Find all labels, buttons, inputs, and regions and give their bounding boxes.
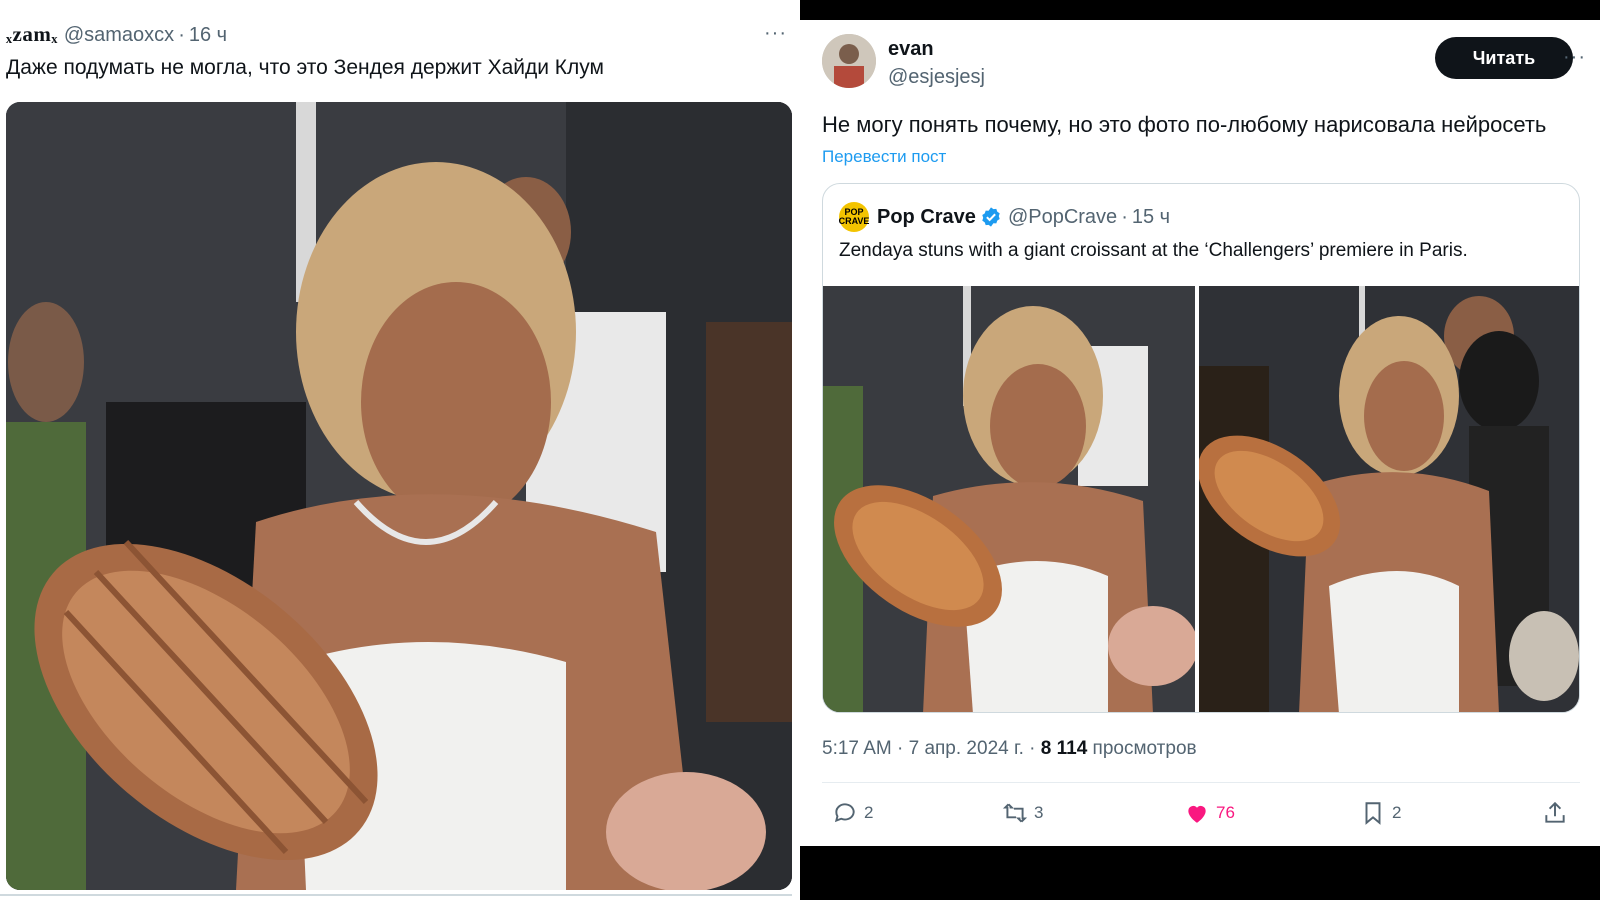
separator-dot: · xyxy=(1121,205,1128,228)
author-name[interactable]: evan xyxy=(888,38,934,61)
more-icon[interactable]: ··· xyxy=(1563,46,1586,69)
repost-count: 3 xyxy=(1034,803,1044,822)
divider-line xyxy=(822,782,1580,783)
like-button[interactable]: 76 xyxy=(1184,800,1235,826)
separator-dot: · xyxy=(1029,738,1041,759)
quoted-avatar[interactable]: POP CRAVE xyxy=(839,202,869,232)
post-date[interactable]: 7 апр. 2024 г. xyxy=(909,738,1024,759)
left-post-header: ₓzamₓ @samaoxcx · 16 ч xyxy=(6,22,227,47)
avatar-image xyxy=(822,34,876,88)
author-handle[interactable]: @esjesjesj xyxy=(888,66,985,89)
top-black-bar xyxy=(800,0,1600,20)
panel-divider xyxy=(792,0,800,900)
action-bar: 2 3 76 2 xyxy=(822,800,1580,834)
divider-line xyxy=(0,894,800,896)
post-photo[interactable] xyxy=(6,102,792,890)
quoted-handle[interactable]: @PopCrave xyxy=(1008,206,1117,229)
post-meta: 5:17 AM · 7 апр. 2024 г. · 8 114 просмот… xyxy=(822,738,1197,760)
right-post: evan @esjesjesj Читать ··· Не могу понят… xyxy=(800,0,1600,900)
quoted-photo-2[interactable] xyxy=(1199,286,1579,712)
quoted-author-name[interactable]: Pop Crave xyxy=(877,206,976,229)
reply-icon xyxy=(834,803,855,823)
like-count: 76 xyxy=(1216,803,1235,822)
quoted-post[interactable]: POP CRAVE Pop Crave @PopCrave · 15 ч Zen… xyxy=(822,183,1580,713)
post-time[interactable]: 5:17 AM xyxy=(822,738,892,759)
repost-button[interactable]: 3 xyxy=(1002,800,1043,826)
photo-placeholder xyxy=(1199,286,1579,712)
like-icon xyxy=(1188,805,1206,823)
quoted-photo-1[interactable] xyxy=(823,286,1195,712)
quoted-text: Zendaya stuns with a giant croissant at … xyxy=(839,240,1468,261)
separator-dot: · xyxy=(178,24,185,46)
avatar[interactable] xyxy=(822,34,876,88)
post-text: Не могу понять почему, но это фото по-лю… xyxy=(822,112,1547,137)
separator-dot: · xyxy=(897,738,909,759)
views-count: 8 114 xyxy=(1040,738,1088,759)
bookmark-count: 2 xyxy=(1392,803,1402,822)
bookmark-icon xyxy=(1365,802,1381,825)
bottom-black-bar xyxy=(800,846,1600,900)
bookmark-button[interactable]: 2 xyxy=(1360,800,1401,826)
quoted-post-header: POP CRAVE Pop Crave @PopCrave · 15 ч xyxy=(839,202,1170,232)
share-button[interactable] xyxy=(1542,800,1574,826)
verified-badge-icon xyxy=(982,207,1000,227)
reply-count: 2 xyxy=(864,803,874,822)
quoted-time[interactable]: 15 ч xyxy=(1132,206,1170,229)
translate-link[interactable]: Перевести пост xyxy=(822,147,946,167)
repost-icon xyxy=(1002,803,1028,823)
post-time[interactable]: 16 ч xyxy=(189,24,227,47)
share-icon xyxy=(1545,801,1565,823)
views-label: просмотров xyxy=(1092,738,1197,759)
follow-button[interactable]: Читать xyxy=(1435,37,1573,79)
more-icon[interactable]: ··· xyxy=(764,22,787,45)
left-post: ₓzamₓ @samaoxcx · 16 ч ··· Даже подумать… xyxy=(0,0,800,900)
photo-placeholder xyxy=(823,286,1195,712)
author-name[interactable]: ₓzamₓ xyxy=(6,22,58,47)
reply-button[interactable]: 2 xyxy=(832,800,873,826)
photo-placeholder xyxy=(6,102,792,890)
author-handle[interactable]: @samaoxcx xyxy=(64,24,174,47)
post-text: Даже подумать не могла, что это Зендея д… xyxy=(6,56,604,79)
